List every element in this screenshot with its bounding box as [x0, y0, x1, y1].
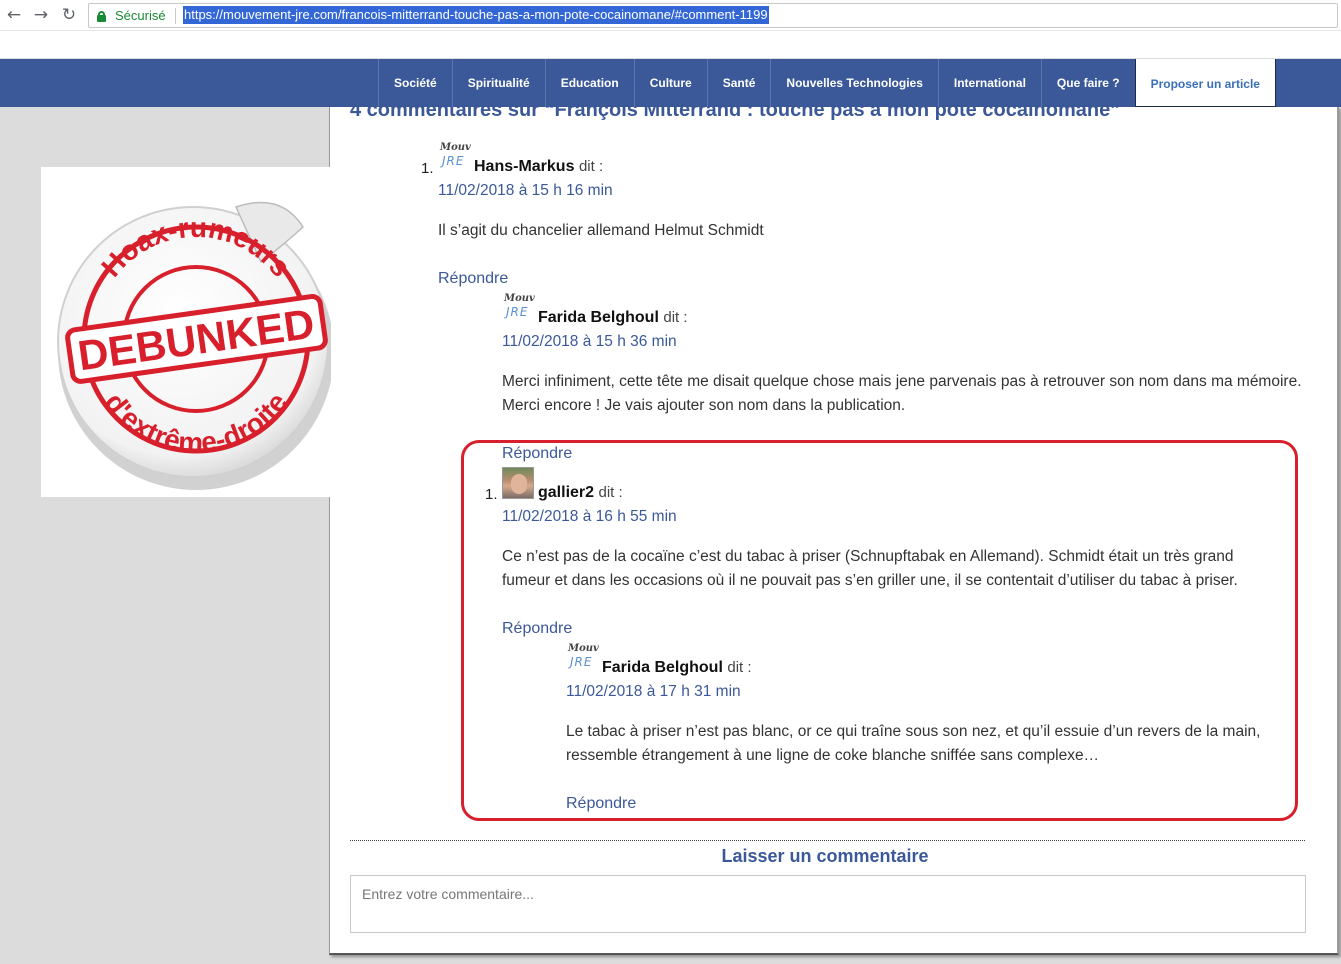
comments-panel: 4 commentaires sur “François Mitterrand … [329, 107, 1339, 955]
comment-author: gallier2 dit : [538, 484, 623, 502]
propose-article-button[interactable]: Proposer un article [1134, 59, 1276, 107]
lock-icon [97, 11, 106, 22]
url-text[interactable]: https://mouvement-jre.com/francois-mitte… [183, 6, 769, 24]
menu-item-nouvelles-technologies[interactable]: Nouvelles Technologies [770, 59, 937, 107]
menu-item-international[interactable]: International [937, 59, 1041, 107]
comment-author: Hans-Markus dit : [474, 158, 603, 176]
author-name[interactable]: gallier2 [538, 484, 594, 501]
author-name[interactable]: Farida Belghoul [538, 309, 659, 326]
reply-link[interactable]: Répondre [438, 270, 508, 288]
avatar: Mouv JRE [568, 643, 599, 669]
avatar: Mouv JRE [504, 293, 535, 319]
says-label: dit : [598, 484, 623, 501]
comment-date[interactable]: 11/02/2018 à 16 h 55 min [502, 508, 677, 526]
comment-date[interactable]: 11/02/2018 à 15 h 16 min [438, 182, 613, 200]
menu-item-culture[interactable]: Culture [633, 59, 707, 107]
comments-title: 4 commentaires sur “François Mitterrand … [350, 107, 1121, 121]
reload-icon[interactable]: ↻ [59, 5, 79, 25]
toolbar-divider [0, 30, 1341, 31]
comment-date[interactable]: 11/02/2018 à 15 h 36 min [502, 333, 677, 351]
site-navbar: Société Spiritualité Education Culture S… [0, 59, 1341, 107]
avatar [502, 467, 534, 499]
comment-date[interactable]: 11/02/2018 à 17 h 31 min [566, 683, 741, 701]
leave-comment-title: Laisser un commentaire [721, 846, 929, 866]
comment-text: Il s’agit du chancelier allemand Helmut … [438, 222, 764, 239]
section-divider [350, 840, 1305, 841]
comment-textarea[interactable]: Entrez votre commentaire... [350, 875, 1306, 933]
comment-number: 1. [421, 160, 434, 177]
says-label: dit : [578, 158, 604, 175]
author-name[interactable]: Farida Belghoul [602, 659, 723, 676]
reply-link[interactable]: Répondre [502, 445, 572, 463]
comment-number: 1. [485, 486, 498, 503]
secure-label: Sécurisé [115, 8, 166, 23]
menu-item-education[interactable]: Education [544, 59, 634, 107]
reply-link[interactable]: Répondre [566, 795, 636, 813]
says-label: dit : [727, 659, 752, 676]
comment-text: Le tabac à priser n’est pas blanc, or ce… [566, 723, 1261, 764]
comment-author: Farida Belghoul dit : [602, 659, 752, 677]
address-bar[interactable]: Sécurisé https://mouvement-jre.com/franc… [88, 3, 1338, 28]
debunked-sticker: Hoax-rumeurs d'extrême-droite DEBUNKED [41, 167, 331, 497]
browser-chrome: ← → ↻ Sécurisé https://mouvement-jre.com… [0, 0, 1341, 58]
main-menu: Société Spiritualité Education Culture S… [378, 59, 1276, 107]
back-arrow-icon[interactable]: ← [4, 5, 24, 25]
reply-link[interactable]: Répondre [502, 620, 572, 638]
menu-item-spiritualite[interactable]: Spiritualité [451, 59, 545, 107]
menu-item-que-faire[interactable]: Que faire ? [1040, 59, 1135, 107]
menu-item-sante[interactable]: Santé [706, 59, 771, 107]
avatar: Mouv JRE [440, 142, 471, 168]
omnibox-divider [175, 8, 176, 24]
comment-author: Farida Belghoul dit : [538, 309, 688, 327]
author-name[interactable]: Hans-Markus [474, 158, 574, 175]
menu-item-societe[interactable]: Société [378, 59, 452, 107]
forward-arrow-icon[interactable]: → [31, 5, 51, 25]
debunked-stamp-icon: Hoax-rumeurs d'extrême-droite DEBUNKED [57, 201, 331, 490]
comment-text: Ce n’est pas de la cocaïne c’est du taba… [502, 548, 1238, 589]
says-label: dit : [663, 309, 688, 326]
comment-text: Merci infiniment, cette tête me disait q… [502, 373, 1302, 414]
